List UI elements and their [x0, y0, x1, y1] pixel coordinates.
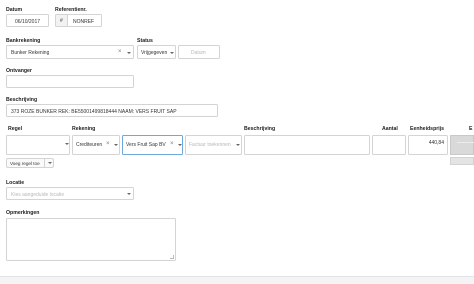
row-beschrijving-input[interactable]	[244, 135, 370, 155]
bankrekening-value: Bunker Rekening	[11, 50, 50, 56]
clear-icon[interactable]: ×	[170, 141, 174, 147]
ontvanger-label: Ontvanger	[6, 68, 32, 74]
add-line-button[interactable]: Voeg regel toe	[6, 158, 54, 168]
add-line-divider	[44, 159, 45, 167]
chevron-down-icon	[178, 143, 182, 146]
referentie-hash: #	[60, 18, 63, 24]
row-extra-sub	[450, 157, 474, 165]
referentie-label: Referentienr.	[55, 7, 87, 13]
status-select[interactable]: Vrijgegeven	[137, 45, 176, 59]
header-rekening: Rekening	[72, 126, 96, 132]
row-eenheidsprijs-input[interactable]: 440,84	[408, 135, 448, 155]
status-datum-placeholder: Datum	[191, 50, 206, 56]
resize-handle-icon[interactable]	[170, 255, 174, 259]
header-eenheidsprijs: Eenheidsprijs	[410, 126, 445, 132]
locatie-select[interactable]: Kies aangeduide locatie	[6, 187, 134, 200]
status-value: Vrijgegeven	[141, 50, 168, 56]
row-rekening-select[interactable]: Crediteuren ×	[72, 135, 120, 155]
row-eenheidsprijs-value: 440,84	[428, 140, 444, 146]
header-more: E	[469, 126, 473, 132]
referentie-value: NONREF	[73, 18, 95, 25]
header-aantal: Aantal	[382, 126, 398, 132]
row-factuur-placeholder: Factuur toekennen	[189, 142, 231, 148]
opmerkingen-label: Opmerkingen	[6, 210, 40, 216]
beschrijving-label: Beschrijving	[6, 97, 38, 103]
datum-label: Datum	[6, 7, 23, 13]
referentie-hash-addon: #	[56, 15, 68, 26]
chevron-down-icon[interactable]	[48, 162, 52, 164]
opmerkingen-textarea[interactable]	[6, 218, 176, 261]
footer-bar	[0, 276, 474, 284]
row-aantal-input[interactable]	[372, 135, 406, 155]
clear-icon[interactable]: ×	[118, 49, 122, 55]
status-datum-input[interactable]: Datum	[178, 45, 220, 59]
row-regel-select[interactable]	[6, 135, 70, 155]
add-line-label: Voeg regel toe	[10, 161, 40, 166]
header-regel: Regel	[8, 126, 23, 132]
header-beschrijving: Beschrijving	[244, 126, 276, 132]
clear-icon[interactable]: ×	[106, 141, 110, 147]
datum-input[interactable]: 06/10/2017	[6, 14, 49, 27]
status-label: Status	[137, 38, 153, 44]
chevron-down-icon	[114, 143, 118, 146]
row-extra-line	[457, 142, 474, 143]
row-rekening-value: Crediteuren	[76, 142, 103, 148]
referentie-input-group[interactable]: # NONREF	[55, 14, 102, 27]
row-relatie-select[interactable]: Vers Fruit Sap BV ×	[122, 135, 183, 155]
row-factuur-select[interactable]: Factuur toekennen	[185, 135, 242, 155]
row-relatie-value: Vers Fruit Sap BV	[126, 142, 166, 148]
chevron-down-icon	[170, 51, 174, 54]
datum-value: 06/10/2017	[15, 18, 41, 25]
chevron-down-icon	[65, 143, 69, 145]
ontvanger-input[interactable]	[6, 75, 134, 88]
locatie-placeholder: Kies aangeduide locatie	[11, 191, 65, 198]
bankrekening-label: Bankrekening	[6, 38, 41, 44]
chevron-down-icon	[127, 193, 131, 195]
bankrekening-select[interactable]: Bunker Rekening ×	[6, 45, 134, 59]
row-extra-column	[450, 135, 474, 155]
beschrijving-input[interactable]: 373 ROZE BUNKER REK: BE55001499818444 NA…	[6, 104, 218, 117]
chevron-down-icon	[127, 51, 131, 54]
locatie-label: Locatie	[6, 180, 25, 186]
beschrijving-value: 373 ROZE BUNKER REK: BE55001499818444 NA…	[11, 108, 177, 115]
chevron-down-icon	[236, 143, 240, 146]
